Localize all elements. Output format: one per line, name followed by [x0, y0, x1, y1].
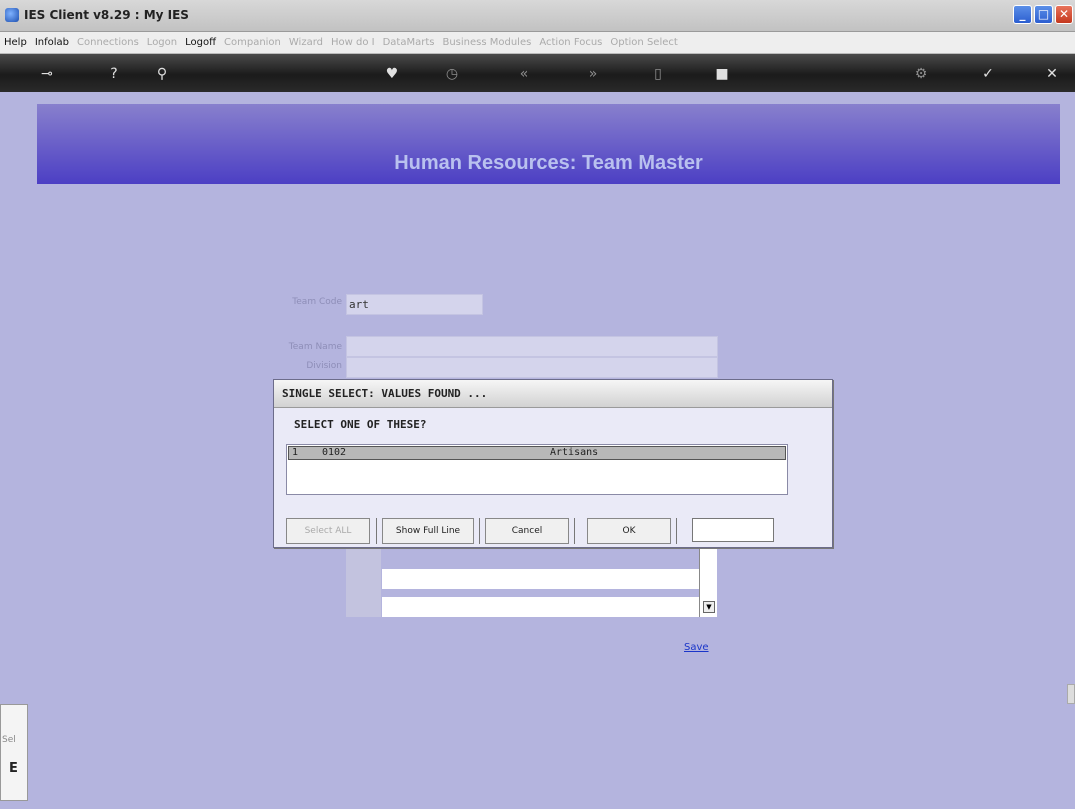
close-window-button[interactable]: ✕: [1055, 5, 1073, 24]
dialog-prompt: SELECT ONE OF THESE?: [294, 418, 427, 431]
menu-item-logoff[interactable]: Logoff: [181, 32, 220, 48]
key-icon[interactable]: ⊸: [30, 65, 64, 83]
values-list: 1 0102 Artisans: [286, 444, 788, 495]
menu-item-action-focus[interactable]: Action Focus: [535, 32, 606, 48]
stop-icon[interactable]: ■: [711, 65, 733, 83]
grid-row[interactable]: [382, 569, 700, 589]
list-item-number: 1: [292, 447, 299, 458]
minimize-button[interactable]: _: [1013, 5, 1032, 24]
button-separator: [574, 518, 575, 544]
show-full-line-button[interactable]: Show Full Line: [382, 518, 474, 544]
side-panel-text: Sel: [2, 735, 16, 745]
fast-forward-icon[interactable]: »: [582, 65, 604, 83]
team-name-field[interactable]: [346, 336, 718, 357]
dialog-title: SINGLE SELECT: VALUES FOUND ...: [274, 380, 832, 408]
scroll-down-icon[interactable]: ▼: [703, 601, 715, 613]
cancel-button[interactable]: Cancel: [485, 518, 569, 544]
button-separator: [676, 518, 677, 544]
search-icon[interactable]: ⚲: [151, 65, 173, 83]
app-icon: [5, 8, 19, 22]
menu-item-infolab[interactable]: Infolab: [31, 32, 73, 48]
division-field[interactable]: [346, 357, 718, 378]
select-all-button[interactable]: Select ALL: [286, 518, 370, 544]
gear-icon[interactable]: ⚙: [910, 65, 932, 83]
window-title: IES Client v8.29 : My IES: [24, 8, 189, 22]
button-separator: [479, 518, 480, 544]
maximize-button[interactable]: □: [1034, 5, 1053, 24]
menu-item-companion[interactable]: Companion: [220, 32, 285, 48]
save-link[interactable]: Save: [684, 642, 709, 653]
team-code-field[interactable]: art: [346, 294, 483, 315]
list-item[interactable]: 1 0102 Artisans: [288, 446, 786, 460]
ok-button[interactable]: OK: [587, 518, 671, 544]
doc-icon[interactable]: ▯: [647, 65, 669, 83]
team-code-label: Team Code: [292, 297, 342, 307]
menu-item-business-modules[interactable]: Business Modules: [438, 32, 535, 48]
help-icon[interactable]: ?: [103, 65, 125, 83]
menu-item-wizard[interactable]: Wizard: [285, 32, 327, 48]
grid-row[interactable]: [382, 597, 700, 617]
menu-item-option-select[interactable]: Option Select: [606, 32, 681, 48]
grid-gutter: [346, 545, 381, 617]
list-item-name: Artisans: [550, 447, 599, 458]
menu-item-logon[interactable]: Logon: [143, 32, 181, 48]
window-titlebar: IES Client v8.29 : My IES _ □ ✕: [0, 0, 1075, 32]
page-title: Human Resources: Team Master: [394, 152, 703, 174]
menu-item-connections[interactable]: Connections: [73, 32, 143, 48]
menu-bar: Help Infolab Connections Logon Logoff Compani…: [0, 32, 1075, 54]
close-icon[interactable]: ✕: [1041, 65, 1063, 83]
check-icon[interactable]: ✓: [977, 65, 999, 83]
right-edge-tab[interactable]: [1067, 684, 1075, 704]
menu-item-datamarts[interactable]: DataMarts: [379, 32, 439, 48]
dialog-input[interactable]: [692, 518, 774, 542]
menu-item-help[interactable]: Help: [0, 32, 31, 48]
page-banner: Human Resources: Team Master: [37, 104, 1060, 184]
side-panel-letter: E: [9, 761, 18, 776]
rewind-icon[interactable]: «: [513, 65, 535, 83]
single-select-dialog: SINGLE SELECT: VALUES FOUND ... SELECT O…: [273, 379, 833, 548]
side-panel: Sel E: [0, 704, 28, 801]
button-separator: [376, 518, 377, 544]
clock-icon[interactable]: ◷: [441, 65, 463, 83]
detail-grid: ▼: [346, 545, 718, 617]
division-label: Division: [306, 361, 342, 371]
grid-scrollbar[interactable]: ▼: [699, 545, 717, 617]
menu-item-how-do-i[interactable]: How do I: [327, 32, 379, 48]
list-item-code: 0102: [322, 447, 347, 458]
heart-icon[interactable]: ♥: [381, 65, 403, 83]
toolbar: ⊸ ? ⚲ ♥ ◷ « » ▯ ■ ⚙ ✓ ✕: [0, 54, 1075, 92]
team-name-label: Team Name: [288, 342, 342, 352]
